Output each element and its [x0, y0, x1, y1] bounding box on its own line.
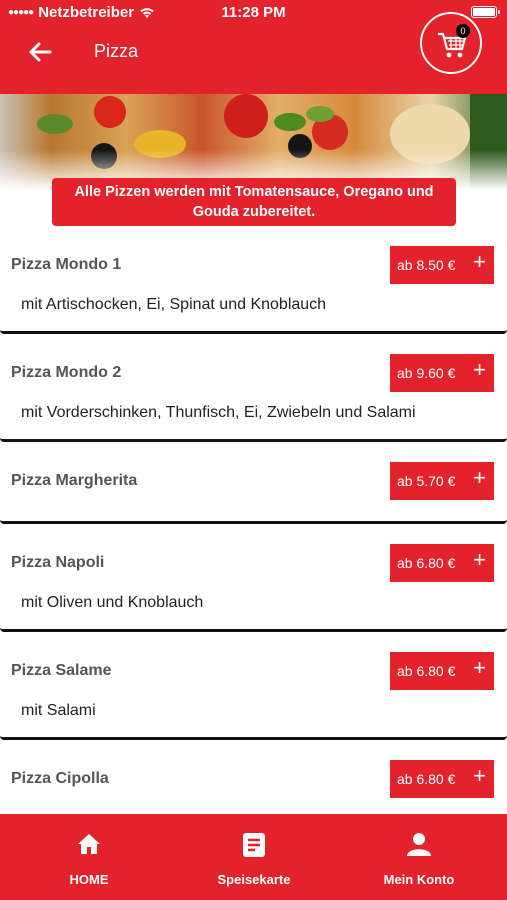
plus-icon: +: [473, 357, 486, 382]
item-name: Pizza Cipolla: [11, 770, 109, 787]
price-add-button[interactable]: ab 6.80 € +: [390, 544, 494, 582]
price-label: ab 6.80 €: [397, 771, 456, 787]
tab-label: HOME: [69, 872, 109, 887]
item-description: mit Vorderschinken, Thunfisch, Ei, Zwieb…: [21, 404, 416, 421]
cart-button[interactable]: 0: [420, 12, 482, 74]
item-name: Pizza Salame: [11, 662, 112, 679]
price-label: ab 8.50 €: [397, 257, 456, 273]
menu-item: Pizza Mondo 1 ab 8.50 € + mit Artischock…: [0, 238, 507, 334]
plus-icon: +: [473, 465, 486, 490]
price-label: ab 9.60 €: [397, 365, 456, 381]
price-add-button[interactable]: ab 6.80 € +: [390, 652, 494, 690]
menu-list: Pizza Mondo 1 ab 8.50 € + mit Artischock…: [0, 238, 507, 822]
battery-icon: [471, 6, 500, 18]
tab-account[interactable]: Mein Konto: [359, 814, 479, 900]
info-banner: Alle Pizzen werden mit Tomatensauce, Ore…: [52, 178, 456, 226]
item-description: mit Salami: [21, 702, 96, 719]
item-name: Pizza Mondo 1: [11, 256, 122, 273]
price-add-button[interactable]: ab 9.60 € +: [390, 354, 494, 392]
price-add-button[interactable]: ab 8.50 € +: [390, 246, 494, 284]
tab-label: Mein Konto: [383, 872, 455, 887]
price-label: ab 6.80 €: [397, 663, 456, 679]
plus-icon: +: [473, 763, 486, 788]
tab-label: Speisekarte: [217, 872, 291, 887]
menu-item: Pizza Cipolla ab 6.80 € +: [0, 752, 507, 822]
home-icon: [78, 834, 100, 854]
price-label: ab 5.70 €: [397, 473, 456, 489]
item-name: Pizza Napoli: [11, 554, 105, 571]
price-label: ab 6.80 €: [397, 555, 456, 571]
tab-menu[interactable]: Speisekarte: [194, 814, 314, 900]
user-icon: [407, 833, 431, 856]
item-name: Pizza Margherita: [11, 472, 138, 489]
menu-item: Pizza Salame ab 6.80 € + mit Salami: [0, 644, 507, 740]
hero-image: [0, 94, 507, 190]
page-title: Pizza: [94, 41, 139, 61]
cart-count-badge: 0: [456, 24, 470, 38]
arrow-left-icon[interactable]: [26, 38, 54, 66]
menu-item: Pizza Margherita ab 5.70 € +: [0, 454, 507, 524]
bottom-tab-bar: HOME Speisekarte Mein Konto: [0, 814, 507, 900]
plus-icon: +: [473, 547, 486, 572]
item-description: mit Artischocken, Ei, Spinat und Knoblau…: [21, 296, 327, 313]
menu-list-icon: [243, 833, 265, 857]
menu-item: Pizza Napoli ab 6.80 € + mit Oliven und …: [0, 536, 507, 632]
plus-icon: +: [473, 249, 486, 274]
item-name: Pizza Mondo 2: [11, 364, 122, 381]
price-add-button[interactable]: ab 6.80 € +: [390, 760, 494, 798]
tab-home[interactable]: HOME: [29, 814, 149, 900]
plus-icon: +: [473, 655, 486, 680]
menu-item: Pizza Mondo 2 ab 9.60 € + mit Vorderschi…: [0, 346, 507, 442]
item-description: mit Oliven und Knoblauch: [21, 594, 204, 611]
price-add-button[interactable]: ab 5.70 € +: [390, 462, 494, 500]
